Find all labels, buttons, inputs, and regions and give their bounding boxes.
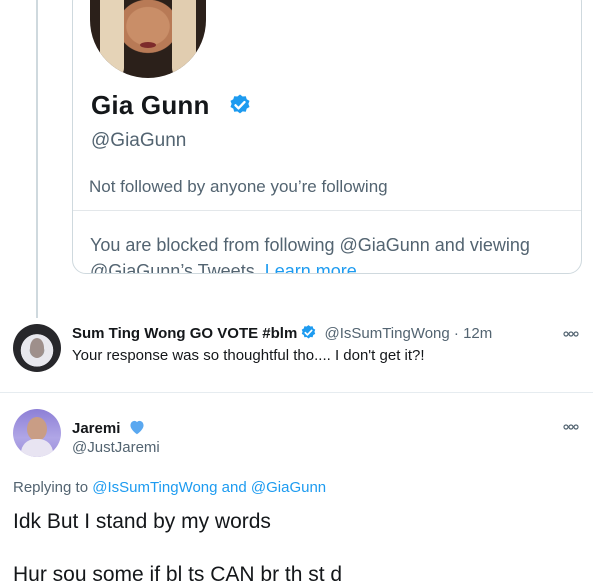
- thread-connector-line: [36, 0, 38, 318]
- main-tweet[interactable]: Jaremi @JustJaremi Replying to @IsSumTin…: [0, 393, 593, 586]
- tweet-header: Jaremi: [72, 419, 149, 437]
- profile-name[interactable]: Gia Gunn: [91, 90, 210, 121]
- replying-prefix: Replying to: [13, 479, 89, 496]
- profile-avatar[interactable]: [90, 0, 206, 78]
- tweet-text: Your response was so thoughtful tho.... …: [72, 347, 425, 364]
- tweet-header: Sum Ting Wong GO VOTE #blm @IsSumTingWon…: [72, 324, 492, 342]
- display-name[interactable]: Sum Ting Wong GO VOTE #blm: [72, 325, 297, 342]
- followed-by-text: Not followed by anyone you’re following: [89, 177, 388, 196]
- avatar[interactable]: [13, 409, 61, 457]
- divider: [73, 210, 581, 211]
- tweet-text-continued: Hur sou some if bl ts CAN br th st d: [13, 563, 343, 586]
- profile-handle: @GiaGunn: [91, 130, 187, 151]
- blocked-notice: You are blocked from following @GiaGunn …: [90, 232, 530, 273]
- username[interactable]: @JustJaremi: [72, 439, 160, 456]
- more-options-icon[interactable]: [563, 423, 579, 431]
- username[interactable]: @IsSumTingWong: [324, 325, 449, 342]
- blue-heart-icon: [130, 420, 144, 435]
- reply-user-link[interactable]: @IsSumTingWong: [92, 479, 217, 496]
- replying-to: Replying to @IsSumTingWong and @GiaGunn: [13, 479, 326, 496]
- avatar[interactable]: [13, 324, 61, 372]
- reply-and: and: [221, 479, 247, 496]
- reply-tweet[interactable]: Sum Ting Wong GO VOTE #blm @IsSumTingWon…: [0, 318, 593, 388]
- tweet-text: Idk But I stand by my words: [13, 510, 271, 533]
- reply-user-link[interactable]: @GiaGunn: [251, 479, 326, 496]
- learn-more-link[interactable]: Learn more: [265, 261, 357, 273]
- separator-dot: ·: [453, 325, 459, 342]
- verified-badge-icon: [230, 94, 250, 114]
- display-name[interactable]: Jaremi: [72, 420, 120, 437]
- profile-card[interactable]: Gia Gunn @GiaGunn Not followed by anyone…: [72, 0, 582, 274]
- timestamp[interactable]: 12m: [463, 325, 492, 342]
- verified-badge-icon: [302, 325, 316, 339]
- more-options-icon[interactable]: [563, 330, 579, 338]
